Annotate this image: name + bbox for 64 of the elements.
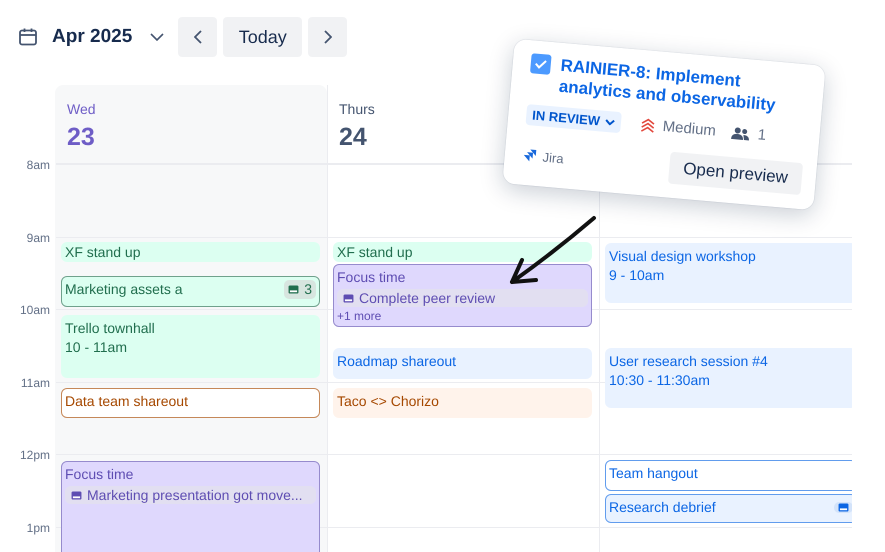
event-title: Focus time xyxy=(337,269,406,286)
time-label: 9am xyxy=(26,230,50,245)
calendar-event[interactable]: Visual design workshop 9 - 10am xyxy=(605,243,852,303)
card-icon xyxy=(71,490,82,500)
assignee-count: 1 xyxy=(757,126,767,144)
calendar-event[interactable]: XF stand up xyxy=(61,242,320,262)
open-preview-button[interactable]: Open preview xyxy=(668,152,804,196)
chevron-left-icon xyxy=(194,30,202,44)
event-title: Trello townhall xyxy=(65,320,155,337)
calendar-event[interactable]: User research session #4 10:30 - 11:30am xyxy=(605,348,852,408)
linked-card-chip[interactable]: Complete peer review xyxy=(337,289,588,307)
event-title: Roadmap shareout xyxy=(337,353,456,370)
calendar-icon xyxy=(18,27,38,47)
calendar-event[interactable]: Focus time Complete peer review +1 more xyxy=(333,264,592,327)
card-icon xyxy=(288,285,300,294)
time-label: 12pm xyxy=(20,448,50,462)
time-label: 8am xyxy=(26,158,50,172)
checkbox[interactable] xyxy=(530,53,552,75)
calendar-event[interactable]: Focus time Marketing presentation got move... xyxy=(61,461,320,552)
linked-card-chip[interactable]: Marketing presentation got move... xyxy=(65,486,316,504)
jira-icon xyxy=(522,148,538,163)
event-title: Marketing assets a xyxy=(65,281,182,298)
chevron-down-icon[interactable] xyxy=(150,33,164,41)
event-title: Focus time xyxy=(65,466,134,483)
card-icon xyxy=(838,503,849,512)
weekday-label: Wed xyxy=(67,101,96,117)
card-icon xyxy=(343,294,354,302)
calendar-event[interactable]: Research debrief xyxy=(605,494,852,523)
weekday-label: Thurs xyxy=(339,101,375,117)
people-icon xyxy=(731,125,750,141)
event-time: 9 - 10am xyxy=(609,266,666,284)
event-title: Research debrief xyxy=(609,499,716,516)
today-button[interactable]: Today xyxy=(223,17,302,57)
time-label: 10am xyxy=(20,303,50,318)
event-title: User research session #4 xyxy=(609,353,768,370)
event-title: Visual design workshop xyxy=(609,248,756,265)
event-time: 10 - 11am xyxy=(65,338,128,356)
calendar-event[interactable]: Trello townhall 10 - 11am xyxy=(61,315,320,378)
more-link[interactable]: +1 more xyxy=(337,309,588,323)
priority-label: Medium xyxy=(662,118,717,140)
event-title: Taco <> Chorizo xyxy=(337,393,439,410)
date-number: 23 xyxy=(67,123,95,152)
time-label: 1pm xyxy=(26,520,50,535)
date-number: 24 xyxy=(339,123,367,152)
checkmark-icon xyxy=(534,58,548,70)
calendar-event[interactable]: Data team shareout xyxy=(61,388,320,418)
event-title: Data team shareout xyxy=(65,393,188,410)
calendar-event[interactable]: Team hangout xyxy=(605,460,852,491)
month-title[interactable]: Apr 2025 xyxy=(52,26,132,48)
event-title: Team hangout xyxy=(609,465,698,482)
event-title: XF stand up xyxy=(65,244,140,261)
event-title: XF stand up xyxy=(337,244,412,261)
calendar-event[interactable]: XF stand up xyxy=(333,242,592,262)
event-time: 10:30 - 11:30am xyxy=(609,371,711,389)
calendar-event[interactable]: Marketing assets a 3 xyxy=(61,276,320,307)
priority-icon xyxy=(640,116,656,134)
source-label: Jira xyxy=(542,149,564,166)
card-count-badge: 3 xyxy=(284,280,316,299)
calendar-event[interactable]: Taco <> Chorizo xyxy=(333,388,592,418)
chevron-right-icon xyxy=(324,30,332,44)
status-dropdown[interactable]: IN REVIEW xyxy=(525,104,622,134)
time-label: 11am xyxy=(20,376,50,390)
calendar-event[interactable]: Roadmap shareout xyxy=(333,348,592,379)
chevron-down-icon xyxy=(604,118,616,126)
